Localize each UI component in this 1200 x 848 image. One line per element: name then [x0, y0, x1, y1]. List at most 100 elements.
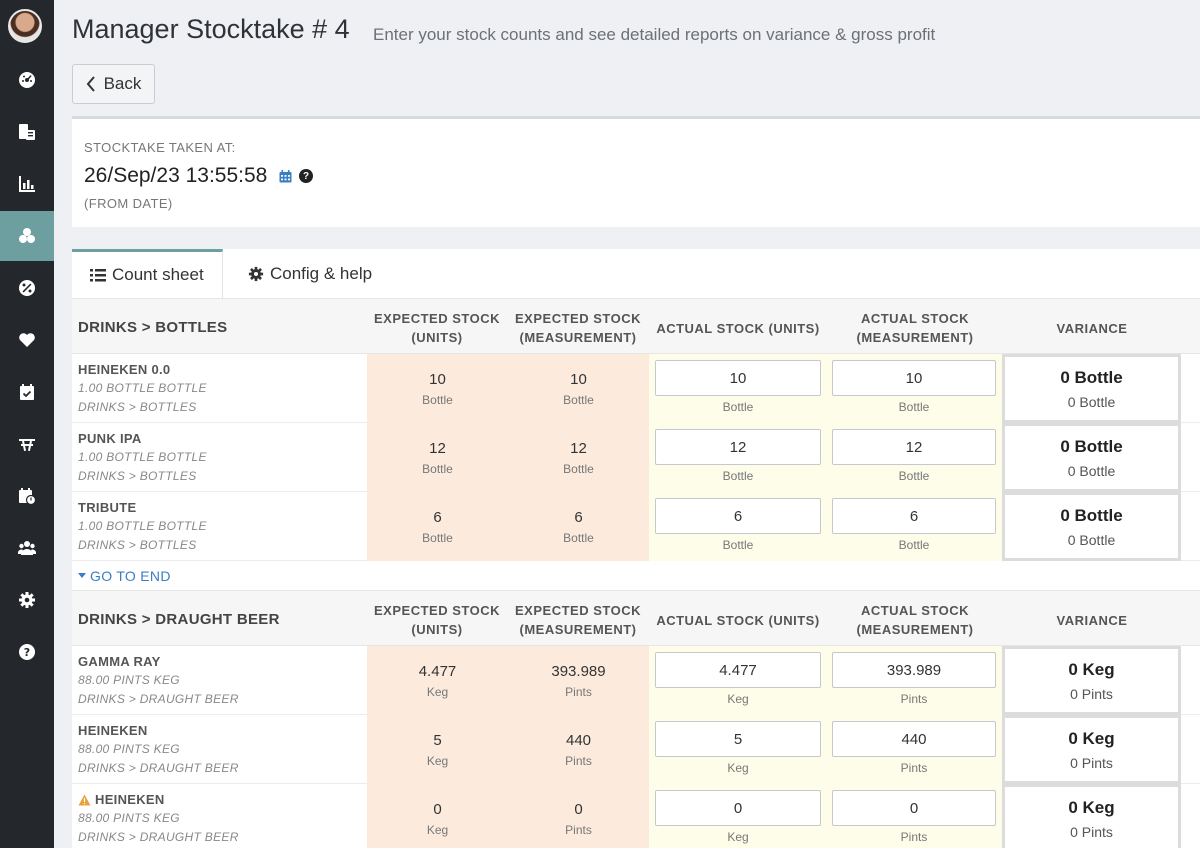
expected-measurement-cell: 0 Pints	[508, 784, 649, 848]
chevron-left-icon	[86, 76, 95, 92]
sidebar-item-tills[interactable]	[0, 107, 54, 157]
actual-units-input[interactable]: 0	[655, 790, 821, 826]
gear-icon	[248, 266, 264, 281]
variance-cell: 0 Keg 0 Pints	[1002, 646, 1181, 715]
product-category: DRINKS > DRAUGHT BEER	[78, 761, 239, 775]
warning-icon	[78, 794, 91, 805]
stocktake-taken-at-label: STOCKTAKE TAKEN AT:	[84, 140, 236, 155]
expected-units-cell: 4.477 Keg	[367, 646, 508, 715]
actual-measurement-unit: Bottle	[898, 538, 930, 552]
actual-units-input[interactable]: 5	[655, 721, 821, 757]
tab-config-help[interactable]: Config & help	[248, 249, 372, 298]
expected-measurement-cell: 440 Pints	[508, 715, 649, 784]
product-category: DRINKS > BOTTLES	[78, 469, 197, 483]
sidebar-item-stock[interactable]	[0, 211, 54, 261]
sidebar-item-bookings[interactable]	[0, 367, 54, 417]
sidebar-item-tables[interactable]	[0, 419, 54, 469]
calendar-check-icon	[20, 384, 34, 400]
actual-measurement-input[interactable]: 393.989	[832, 652, 996, 688]
actual-stock-cell: 12 Bottle 12 Bottle	[649, 423, 1002, 492]
sidebar-item-schedule[interactable]	[0, 471, 54, 521]
sidebar-item-reports[interactable]	[0, 159, 54, 209]
variance-cell: 0 Bottle 0 Bottle	[1002, 423, 1181, 492]
sidebar-item-loyalty[interactable]	[0, 315, 54, 365]
table-row: HEINEKEN 88.00 PINTS KEG DRINKS > DRAUGH…	[72, 784, 1200, 848]
svg-text:?: ?	[24, 646, 30, 659]
stocktake-date-value: 26/Sep/23 13:55:58	[84, 164, 268, 187]
actual-measurement-unit: Bottle	[898, 469, 930, 483]
table-icon	[19, 439, 35, 451]
go-to-end-link[interactable]: GO TO END	[78, 568, 171, 584]
sidebar-item-staff[interactable]	[0, 523, 54, 573]
table-row: HEINEKEN 88.00 PINTS KEG DRINKS > DRAUGH…	[72, 715, 1200, 784]
actual-measurement-unit: Bottle	[898, 400, 930, 414]
variance-cell: 0 Bottle 0 Bottle	[1002, 492, 1181, 561]
col-expected-units: EXPECTED STOCK (UNITS)	[374, 603, 500, 637]
actual-stock-cell: 5 Keg 440 Pints	[649, 715, 1002, 784]
sidebar-item-help[interactable]: ?	[0, 627, 54, 677]
stocktake-date-panel: STOCKTAKE TAKEN AT: 26/Sep/23 13:55:58 ?…	[72, 116, 1200, 227]
actual-units-unit: Keg	[727, 692, 749, 706]
expected-units-cell: 5 Keg	[367, 715, 508, 784]
expected-units-cell: 12 Bottle	[367, 423, 508, 492]
actual-measurement-input[interactable]: 0	[832, 790, 996, 826]
actual-units-input[interactable]: 12	[655, 429, 821, 465]
actual-units-unit: Bottle	[722, 538, 754, 552]
expected-units-cell: 6 Bottle	[367, 492, 508, 561]
product-size: 1.00 BOTTLE BOTTLE	[78, 450, 207, 464]
variance-cell: 0 Bottle 0 Bottle	[1002, 354, 1181, 423]
sidebar-item-settings[interactable]	[0, 575, 54, 625]
expected-units-cell: 0 Keg	[367, 784, 508, 848]
actual-measurement-input[interactable]: 10	[832, 360, 996, 396]
product-name: GAMMA RAY	[78, 654, 161, 669]
user-avatar[interactable]	[8, 9, 42, 43]
actual-units-input[interactable]: 10	[655, 360, 821, 396]
product-name: HEINEKEN	[78, 792, 165, 807]
gear-icon	[19, 592, 35, 608]
actual-units-input[interactable]: 4.477	[655, 652, 821, 688]
actual-units-input[interactable]: 6	[655, 498, 821, 534]
tab-count-sheet[interactable]: Count sheet	[72, 249, 223, 298]
col-actual-measurement: ACTUAL STOCK (MEASUREMENT)	[856, 311, 974, 345]
actual-measurement-input[interactable]: 6	[832, 498, 996, 534]
reports-chart-icon	[19, 176, 35, 192]
stock-boxes-icon	[19, 228, 35, 243]
sidebar: ?	[0, 0, 54, 848]
col-actual-measurement: ACTUAL STOCK (MEASUREMENT)	[856, 603, 974, 637]
count-sheet-table: DRINKS > BOTTLES EXPECTED STOCK (UNITS) E…	[72, 298, 1200, 848]
discount-icon	[19, 280, 35, 296]
actual-measurement-input[interactable]: 12	[832, 429, 996, 465]
col-expected-measurement: EXPECTED STOCK (MEASUREMENT)	[515, 311, 641, 345]
table-row: PUNK IPA 1.00 BOTTLE BOTTLE DRINKS > BOT…	[72, 423, 1200, 492]
table-row: TRIBUTE 1.00 BOTTLE BOTTLE DRINKS > BOTT…	[72, 492, 1200, 561]
back-button[interactable]: Back	[72, 64, 155, 104]
back-button-label: Back	[103, 74, 142, 93]
product-category: DRINKS > BOTTLES	[78, 538, 197, 552]
product-name: HEINEKEN 0.0	[78, 362, 171, 377]
help-icon[interactable]: ?	[299, 169, 313, 183]
table-row: HEINEKEN 0.0 1.00 BOTTLE BOTTLE DRINKS >…	[72, 354, 1200, 423]
actual-units-unit: Keg	[727, 761, 749, 775]
col-actual-units: ACTUAL STOCK (UNITS)	[656, 613, 820, 628]
expected-measurement-cell: 12 Bottle	[508, 423, 649, 492]
product-name: PUNK IPA	[78, 431, 142, 446]
calendar-icon[interactable]	[279, 170, 292, 183]
product-size: 88.00 PINTS KEG	[78, 673, 180, 687]
actual-measurement-unit: Pints	[900, 761, 928, 775]
list-icon	[90, 269, 106, 282]
go-to-end-label: GO TO END	[90, 568, 171, 584]
section-title: DRINKS > BOTTLES	[78, 319, 228, 336]
actual-measurement-unit: Pints	[900, 692, 928, 706]
expected-measurement-cell: 393.989 Pints	[508, 646, 649, 715]
actual-measurement-input[interactable]: 440	[832, 721, 996, 757]
users-icon	[18, 541, 36, 555]
product-size: 88.00 PINTS KEG	[78, 742, 180, 756]
sidebar-item-discounts[interactable]	[0, 263, 54, 313]
actual-stock-cell: 6 Bottle 6 Bottle	[649, 492, 1002, 561]
dashboard-icon	[19, 72, 35, 88]
sidebar-item-dashboard[interactable]	[0, 55, 54, 105]
heart-icon	[19, 333, 35, 347]
from-date-label: (FROM DATE)	[84, 196, 173, 211]
tab-config-help-label: Config & help	[270, 263, 373, 283]
tills-icon	[19, 124, 35, 140]
